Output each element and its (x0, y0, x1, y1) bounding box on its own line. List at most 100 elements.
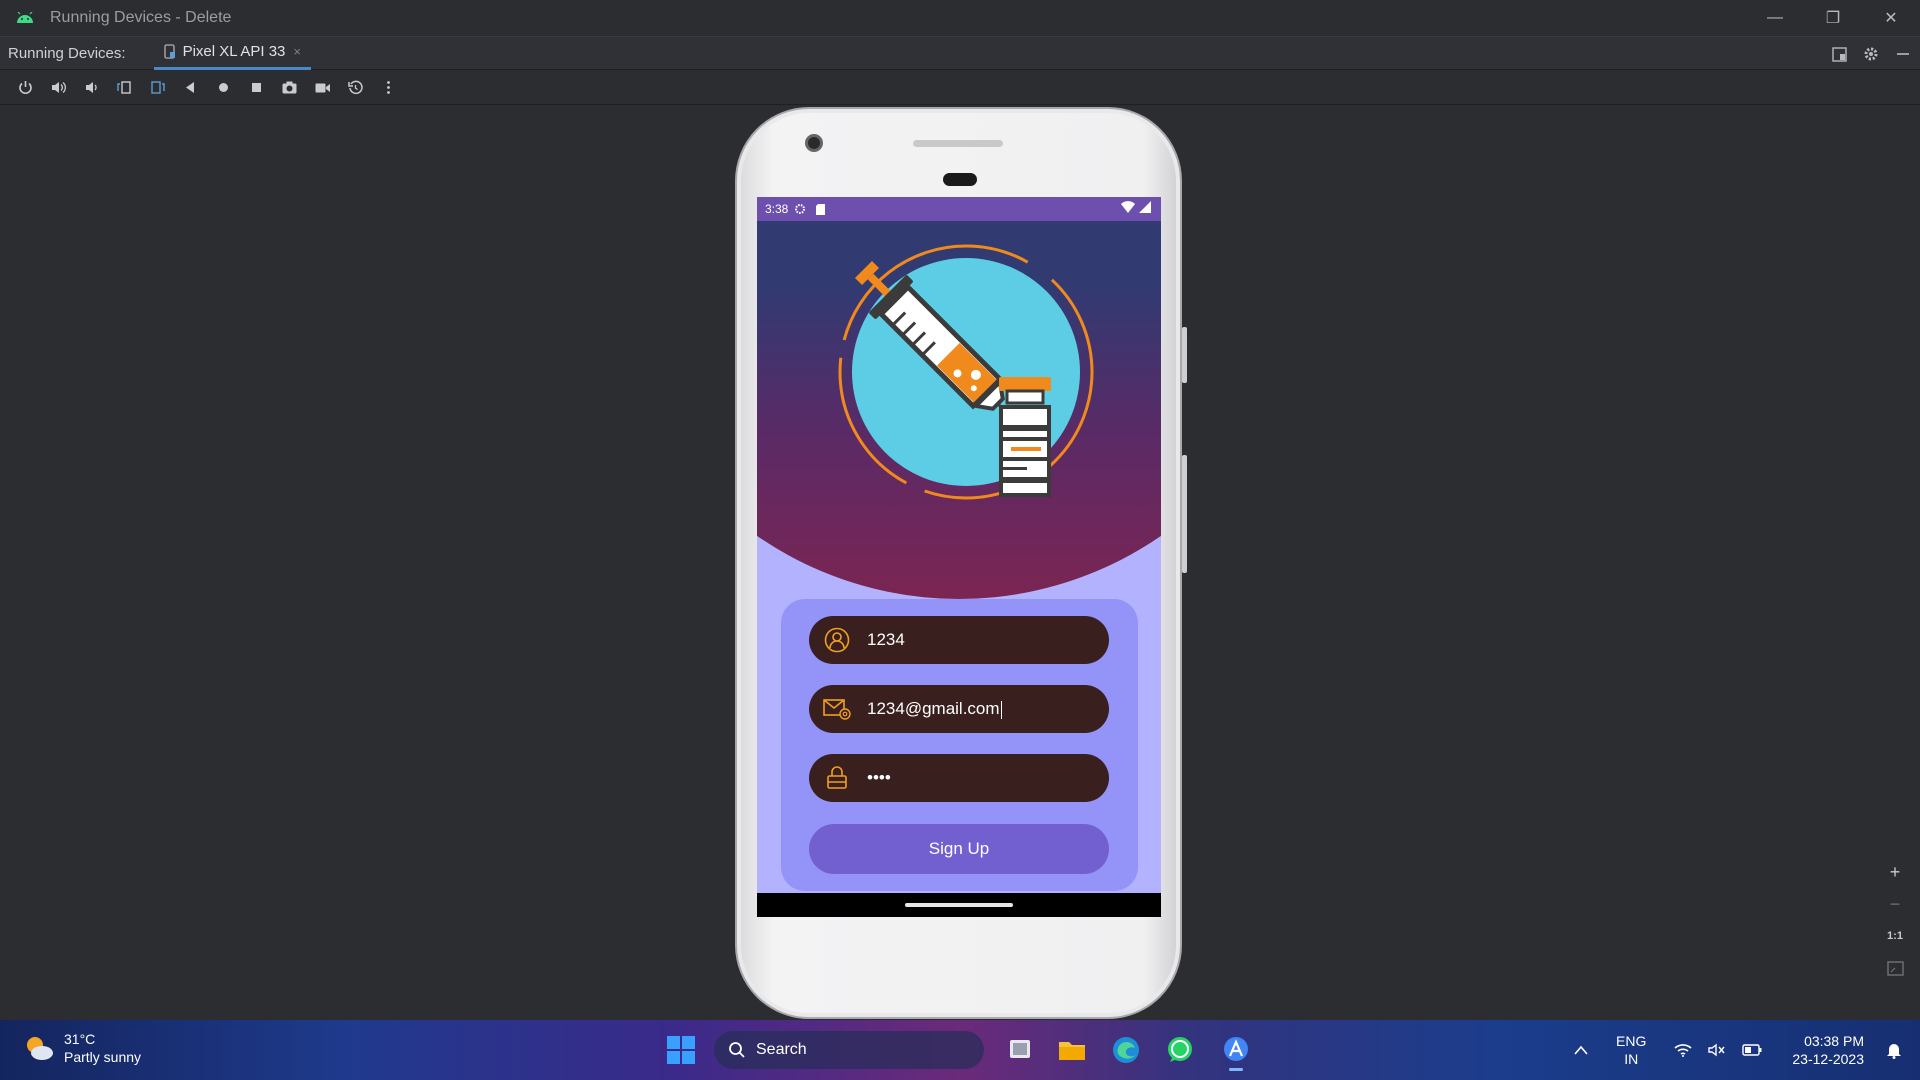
minimize-button[interactable]: — (1746, 0, 1804, 36)
restore-icon: ❐ (1825, 10, 1841, 27)
rotate-left-button[interactable] (108, 74, 141, 102)
signup-form-card: 1234 1234@gmail.com •••• Sign Up (781, 599, 1138, 891)
volume-up-icon (52, 82, 66, 93)
power-button[interactable] (9, 74, 42, 102)
fit-screen-icon (1886, 960, 1904, 976)
email-field[interactable]: 1234@gmail.com (809, 685, 1109, 733)
device-frame: 3:38 1234 1234@gmail.com •••• Sign Up (735, 107, 1187, 1019)
screenshot-button[interactable] (273, 74, 306, 102)
system-tray: ENG IN 03:38 PM 23-12-2023 (1566, 1020, 1920, 1080)
volume-side-button[interactable] (1182, 455, 1187, 573)
windows-taskbar: 31°C Partly sunny Search ENG IN 03:38 PM… (0, 1020, 1920, 1080)
email-text: 1234@gmail.com (867, 699, 1000, 718)
hide-icon[interactable] (1894, 47, 1912, 61)
username-value: 1234 (867, 630, 905, 649)
email-value: 1234@gmail.com (867, 699, 1002, 719)
clock[interactable]: 03:38 PM 23-12-2023 (1792, 1032, 1864, 1068)
username-field[interactable]: 1234 (809, 616, 1109, 664)
rotate-right-button[interactable] (141, 74, 174, 102)
settings-status-icon (795, 204, 806, 214)
wifi-icon (1121, 201, 1135, 213)
tab-pixel-xl-api-33[interactable]: Pixel XL API 33 × (153, 37, 311, 70)
vaccine-syringe-illustration (838, 244, 1094, 500)
language-indicator[interactable]: ENG IN (1616, 1032, 1646, 1068)
sign-up-button[interactable]: Sign Up (809, 824, 1109, 874)
password-value: •••• (867, 768, 891, 787)
screenshot-icon (282, 81, 297, 94)
android-status-bar: 3:38 (757, 197, 1161, 221)
proximity-sensor (943, 173, 977, 186)
language-line2: IN (1624, 1051, 1639, 1067)
volume-down-button[interactable] (75, 74, 108, 102)
search-label: Search (756, 1041, 807, 1058)
android-studio-icon (17, 12, 33, 23)
back-icon (186, 82, 194, 93)
record-button[interactable] (306, 74, 339, 102)
window-title: Running Devices - Delete (50, 9, 232, 26)
running-devices-tabbar: Running Devices: Pixel XL API 33 × (0, 36, 1920, 70)
clock-date: 23-12-2023 (1792, 1051, 1864, 1067)
cellular-signal-icon (1139, 201, 1151, 213)
edge-browser-icon[interactable] (1110, 1034, 1142, 1066)
record-icon (315, 83, 330, 93)
weather-temp: 31°C (64, 1031, 96, 1047)
device-icon (163, 44, 175, 59)
zoom-out-button[interactable]: − (1890, 894, 1901, 914)
rotate-left-icon (117, 81, 131, 94)
fit-screen-button[interactable] (1886, 958, 1904, 978)
tab-label: Pixel XL API 33 (182, 43, 286, 60)
file-explorer-icon[interactable] (1056, 1034, 1088, 1066)
whatsapp-icon[interactable] (1164, 1034, 1196, 1066)
running-devices-label: Running Devices: (8, 44, 126, 62)
power-side-button[interactable] (1182, 327, 1187, 383)
task-view-icon[interactable] (1004, 1034, 1036, 1066)
title-bar: Running Devices - Delete — ❐ ✕ (0, 0, 1920, 36)
partly-sunny-icon (27, 1037, 53, 1060)
weather-desc: Partly sunny (64, 1049, 142, 1065)
tab-close-icon[interactable]: × (293, 44, 301, 59)
emulator-toolbar (0, 71, 1920, 105)
user-icon (823, 626, 851, 654)
earpiece-speaker (913, 140, 1003, 147)
email-icon (823, 695, 851, 723)
wifi-tray-icon[interactable] (1674, 1043, 1692, 1057)
device-screen[interactable]: 3:38 1234 1234@gmail.com •••• Sign Up (757, 197, 1161, 917)
taskbar-search[interactable]: Search (714, 1031, 984, 1069)
layout-icon[interactable] (1830, 46, 1848, 62)
gear-icon[interactable] (1862, 46, 1880, 62)
weather-widget[interactable]: 31°C Partly sunny (22, 1030, 141, 1066)
home-button[interactable] (207, 74, 240, 102)
zoom-in-button[interactable]: + (1890, 862, 1901, 882)
home-icon (219, 83, 228, 92)
volume-muted-icon[interactable] (1708, 1043, 1726, 1057)
notification-bell-icon[interactable] (1886, 1042, 1902, 1059)
lock-icon (823, 764, 851, 792)
volume-down-icon (86, 82, 97, 93)
front-camera (805, 134, 823, 152)
actual-size-button[interactable]: 1:1 (1887, 926, 1903, 946)
status-time: 3:38 (765, 202, 789, 216)
android-navigation-bar (757, 893, 1161, 917)
power-icon (19, 81, 32, 95)
password-field[interactable]: •••• (809, 754, 1109, 802)
minimize-icon: — (1767, 9, 1783, 26)
clock-time: 03:38 PM (1804, 1033, 1864, 1049)
battery-icon[interactable] (1742, 1044, 1762, 1056)
sd-card-icon (816, 203, 826, 215)
restore-button[interactable]: ❐ (1804, 0, 1862, 36)
language-line1: ENG (1616, 1033, 1647, 1049)
reset-icon (348, 80, 363, 95)
reset-button[interactable] (339, 74, 372, 102)
windows-start-icon[interactable] (666, 1035, 696, 1065)
close-button[interactable]: ✕ (1862, 0, 1920, 36)
back-button[interactable] (174, 74, 207, 102)
android-studio-taskbar-icon[interactable] (1220, 1034, 1252, 1071)
more-button[interactable] (372, 74, 405, 102)
show-hidden-icons[interactable] (1574, 1045, 1588, 1055)
volume-up-button[interactable] (42, 74, 75, 102)
close-icon: ✕ (1884, 10, 1898, 27)
gesture-handle[interactable] (905, 903, 1013, 907)
text-caret (1000, 700, 1002, 719)
overview-button[interactable] (240, 74, 273, 102)
more-icon (387, 81, 390, 94)
